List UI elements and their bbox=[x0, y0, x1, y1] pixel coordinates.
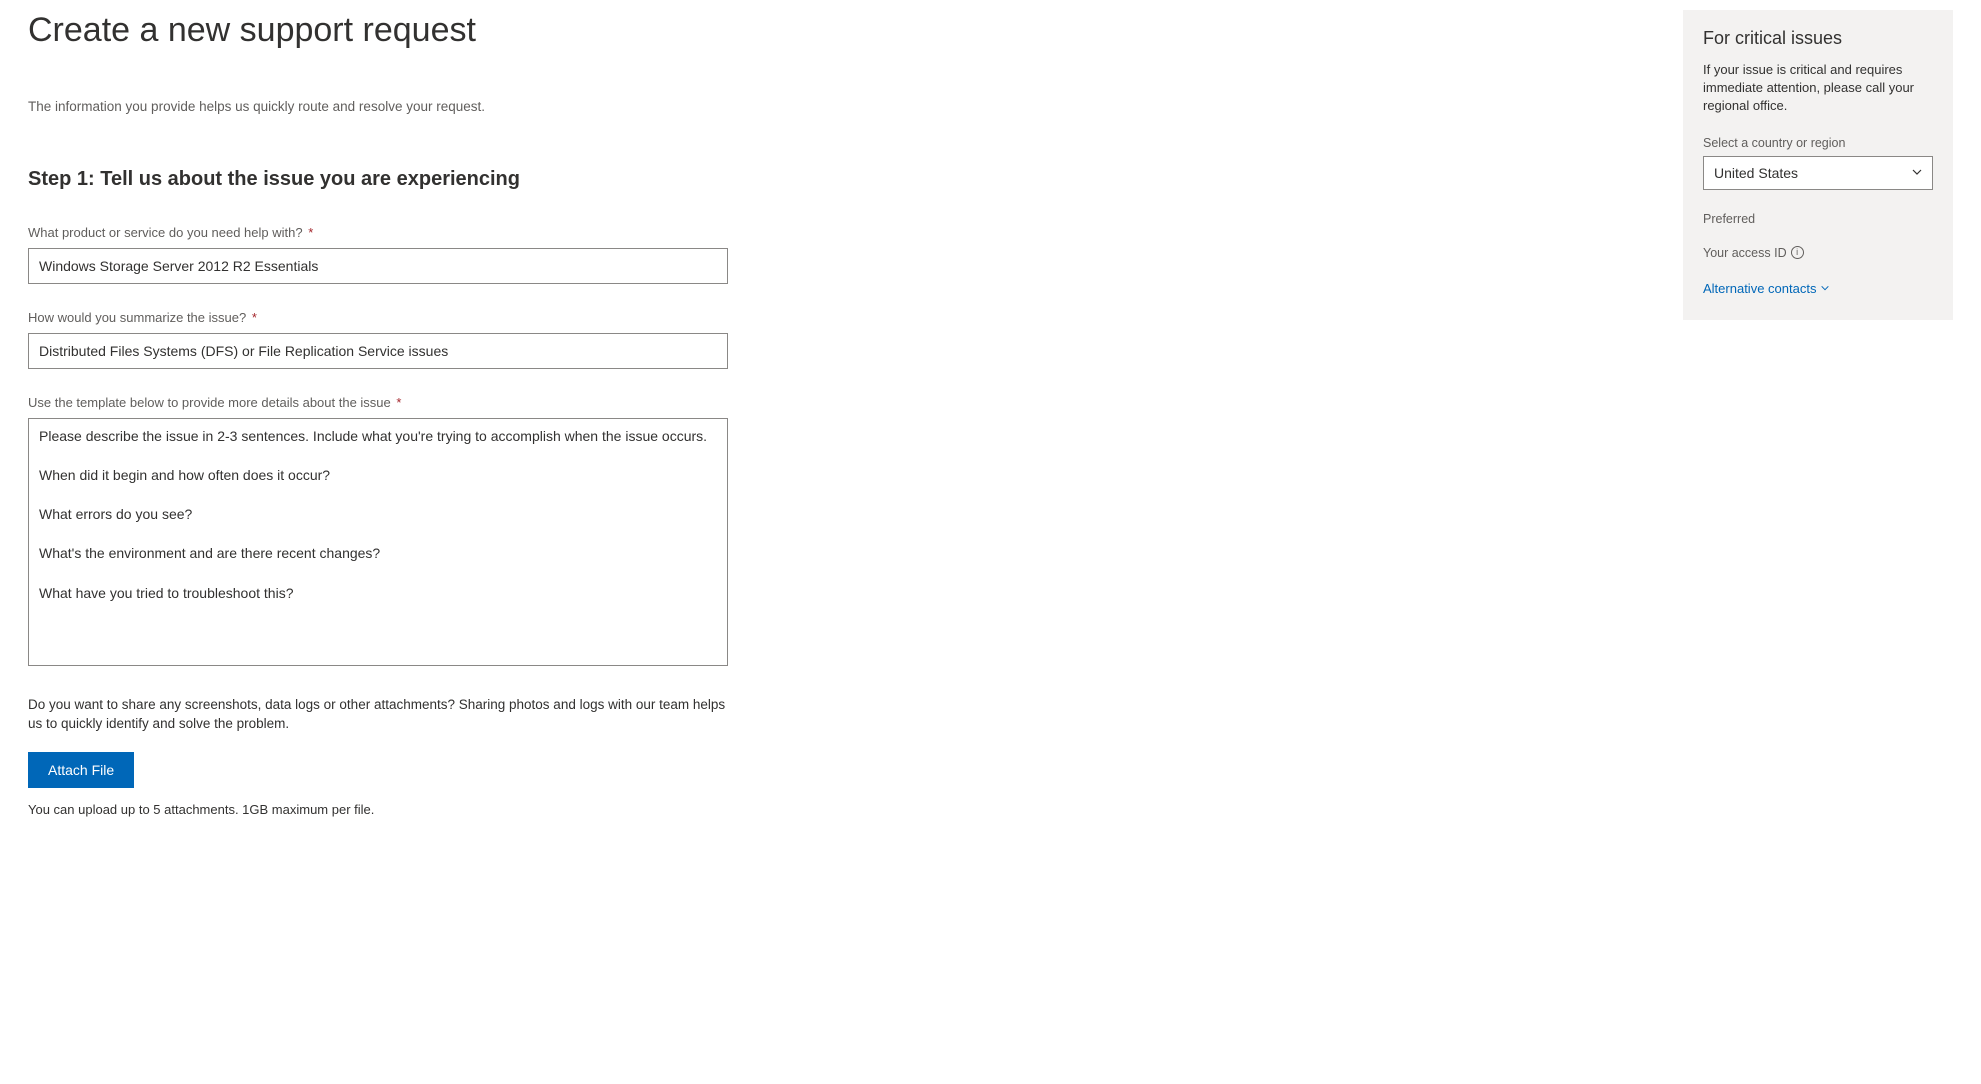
product-label: What product or service do you need help… bbox=[28, 225, 748, 240]
sidebar-title: For critical issues bbox=[1703, 28, 1933, 49]
chevron-down-icon bbox=[1820, 281, 1830, 296]
details-label-text: Use the template below to provide more d… bbox=[28, 395, 391, 410]
region-select[interactable]: United States bbox=[1703, 156, 1933, 190]
access-id-label: Your access ID i bbox=[1703, 246, 1933, 260]
required-marker: * bbox=[252, 310, 257, 325]
summary-label: How would you summarize the issue? * bbox=[28, 310, 748, 325]
page-title: Create a new support request bbox=[28, 10, 748, 51]
attach-hint: You can upload up to 5 attachments. 1GB … bbox=[28, 802, 748, 817]
required-marker: * bbox=[308, 225, 313, 240]
alternative-contacts-link[interactable]: Alternative contacts bbox=[1703, 281, 1830, 296]
region-label: Select a country or region bbox=[1703, 136, 1933, 150]
required-marker: * bbox=[396, 395, 401, 410]
product-label-text: What product or service do you need help… bbox=[28, 225, 303, 240]
access-id-label-text: Your access ID bbox=[1703, 246, 1787, 260]
attach-desc: Do you want to share any screenshots, da… bbox=[28, 695, 728, 734]
details-label: Use the template below to provide more d… bbox=[28, 395, 748, 410]
critical-issues-panel: For critical issues If your issue is cri… bbox=[1683, 10, 1953, 320]
preferred-label: Preferred bbox=[1703, 212, 1933, 226]
sidebar-desc: If your issue is critical and requires i… bbox=[1703, 61, 1933, 116]
alternative-contacts-text: Alternative contacts bbox=[1703, 281, 1816, 296]
region-selected-value: United States bbox=[1714, 165, 1798, 181]
page-intro: The information you provide helps us qui… bbox=[28, 99, 748, 114]
info-icon[interactable]: i bbox=[1791, 246, 1804, 259]
summary-input[interactable] bbox=[28, 333, 728, 369]
step1-heading: Step 1: Tell us about the issue you are … bbox=[28, 168, 748, 191]
summary-label-text: How would you summarize the issue? bbox=[28, 310, 246, 325]
product-input[interactable] bbox=[28, 248, 728, 284]
attach-file-button[interactable]: Attach File bbox=[28, 752, 134, 788]
details-textarea[interactable] bbox=[28, 418, 728, 666]
